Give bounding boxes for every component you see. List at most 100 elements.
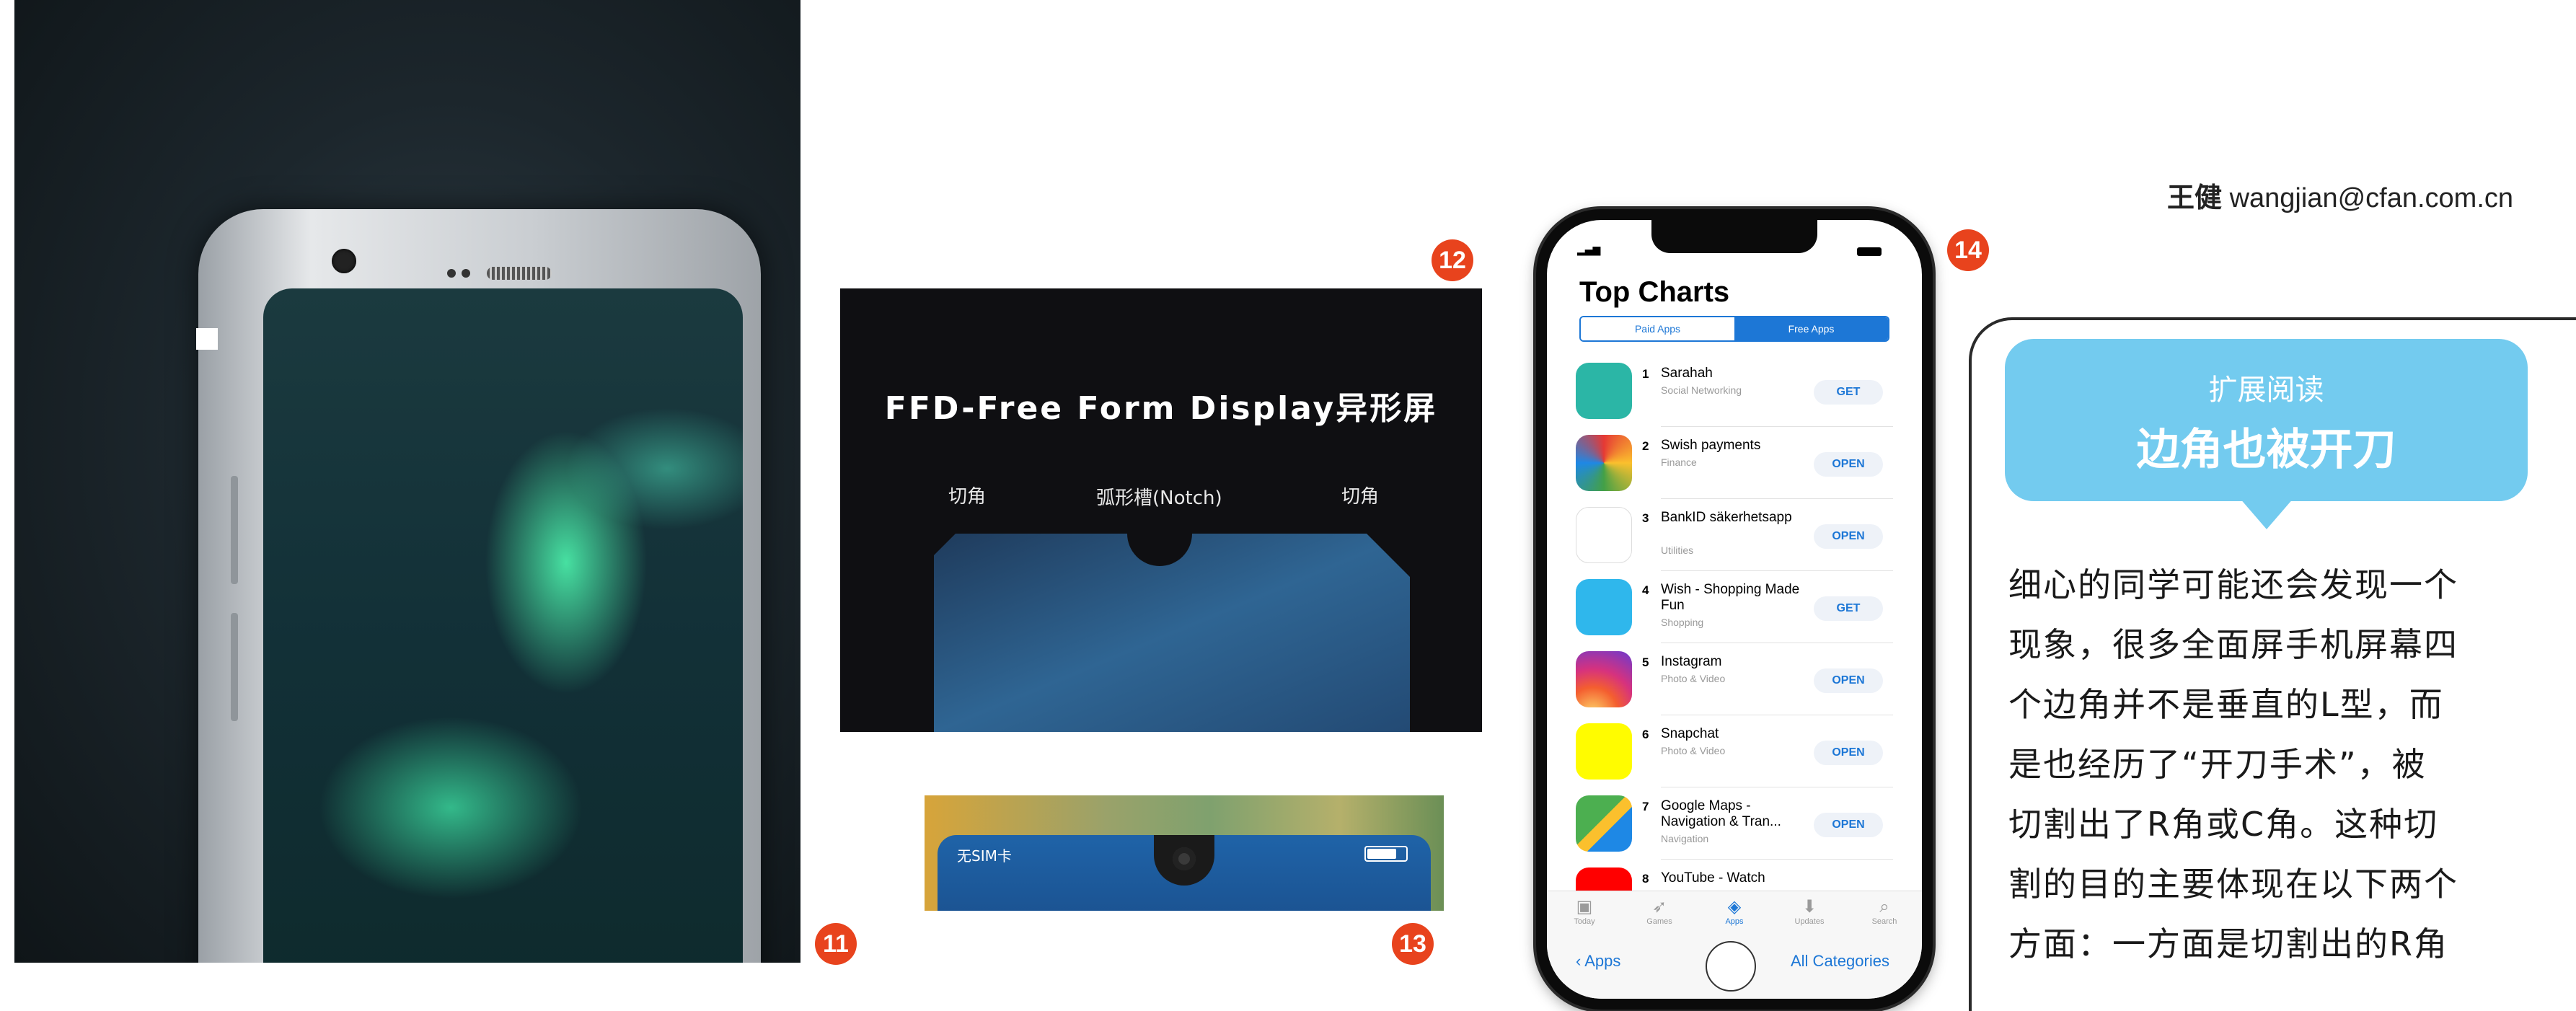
app-category: Photo & Video	[1661, 673, 1726, 684]
signal-icon: ▂▄▆	[1577, 244, 1601, 256]
front-camera-icon	[332, 249, 356, 273]
body-line: 现象，很多全面屏手机屏幕四	[2008, 625, 2458, 664]
app-name: Instagram	[1661, 654, 1722, 669]
all-categories-link[interactable]: All Categories	[1791, 952, 1889, 971]
app-name: Wish - Shopping Made Fun	[1661, 582, 1800, 613]
body-line: 细心的同学可能还会发现一个	[2008, 565, 2458, 604]
reading-subtitle: 扩展阅读	[2208, 374, 2324, 407]
app-name: Snapchat	[1661, 726, 1719, 741]
back-button[interactable]: ‹ Apps	[1576, 952, 1620, 971]
figure-badge-14: 14	[1947, 229, 1989, 271]
ffd-diagram-12: FFD-Free Form Display异形屏 切角 弧形槽(Notch) 切…	[840, 288, 1482, 732]
app-rank: 1	[1642, 367, 1649, 381]
sensor-dot	[462, 269, 470, 278]
bubble-tail	[2239, 498, 2294, 529]
app-row[interactable]: 7 Google Maps - Navigation & Tran... Nav…	[1576, 788, 1893, 860]
earpiece-speaker	[487, 267, 552, 280]
open-button[interactable]: OPEN	[1814, 741, 1883, 765]
app-category: Photo & Video	[1661, 745, 1726, 756]
appstore-screen: ▂▄▆ Top Charts Paid Apps Free Apps 1 Sar…	[1547, 220, 1922, 999]
front-camera-icon	[1173, 847, 1196, 870]
iphone-notch	[1651, 220, 1817, 253]
instagram-icon	[1576, 651, 1632, 707]
google-maps-icon	[1576, 795, 1632, 852]
app-category: Shopping	[1661, 617, 1704, 628]
app-row[interactable]: 4 Wish - Shopping Made Fun Shopping GET	[1576, 572, 1893, 644]
app-category: Social Networking	[1661, 384, 1742, 396]
app-category: Utilities	[1661, 544, 1694, 556]
app-name: Sarahah	[1661, 366, 1713, 381]
snapchat-icon	[1576, 723, 1632, 780]
body-line: 割的目的主要体现在以下两个	[2008, 865, 2458, 904]
download-icon: ⬇	[1801, 896, 1817, 917]
sim-status: 无SIM卡	[957, 847, 1012, 865]
tab-search[interactable]: ⌕ Search	[1847, 891, 1922, 941]
open-button[interactable]: OPEN	[1814, 813, 1883, 837]
label-corner-left: 切角	[948, 486, 987, 508]
tab-apps[interactable]: ◈ Apps	[1697, 891, 1772, 941]
app-row[interactable]: 5 Instagram Photo & Video OPEN	[1576, 644, 1893, 716]
app-category: Finance	[1661, 456, 1697, 468]
app-rank: 3	[1642, 511, 1649, 525]
segment-free-apps[interactable]: Free Apps	[1734, 317, 1888, 340]
battery-fill	[1367, 849, 1396, 859]
battery-icon	[1857, 247, 1882, 256]
app-rank: 4	[1642, 583, 1649, 597]
sensor-dot	[447, 269, 456, 278]
app-rank: 6	[1642, 728, 1649, 741]
app-rank: 2	[1642, 439, 1649, 453]
layers-icon: ◈	[1727, 896, 1742, 917]
rocket-icon: ➶	[1651, 896, 1667, 917]
app-row[interactable]: 1 Sarahah Social Networking GET	[1576, 356, 1893, 428]
app-rank: 8	[1642, 872, 1649, 886]
antenna-band	[196, 328, 218, 350]
get-button[interactable]: GET	[1814, 596, 1883, 621]
ffd-screen-shape	[934, 534, 1410, 732]
row-divider	[1661, 570, 1893, 571]
segment-paid-apps[interactable]: Paid Apps	[1581, 317, 1734, 340]
chart-segment-control[interactable]: Paid Apps Free Apps	[1579, 316, 1889, 342]
app-row[interactable]: 6 Snapchat Photo & Video OPEN	[1576, 716, 1893, 788]
sarahah-icon	[1576, 363, 1632, 419]
side-button	[231, 613, 238, 721]
search-icon: ⌕	[1879, 896, 1889, 917]
tab-updates[interactable]: ⬇ Updates	[1772, 891, 1847, 941]
body-line: 个边角并不是垂直的L型，而	[2008, 685, 2444, 724]
row-divider	[1661, 859, 1893, 860]
reading-header-bubble: 扩展阅读 边角也被开刀	[2005, 339, 2528, 501]
app-category: Navigation	[1661, 833, 1709, 844]
app-name: Google Maps - Navigation & Tran...	[1661, 798, 1781, 829]
today-icon: ▣	[1576, 896, 1593, 917]
open-button[interactable]: OPEN	[1814, 668, 1883, 693]
home-button[interactable]	[1706, 941, 1756, 992]
tab-today[interactable]: ▣ Today	[1547, 891, 1622, 941]
wish-icon	[1576, 579, 1632, 635]
side-button	[231, 476, 238, 584]
figure-badge-13: 13	[1392, 923, 1434, 965]
figure-badge-12: 12	[1432, 239, 1473, 281]
chevron-left-icon: ‹	[1576, 952, 1585, 970]
bankid-icon	[1576, 507, 1632, 563]
tab-games[interactable]: ➶ Games	[1622, 891, 1697, 941]
reading-body: 细心的同学可能还会发现一个 现象，很多全面屏手机屏幕四 个边角并不是垂直的L型，…	[2008, 555, 2531, 974]
aurora-screen	[263, 288, 743, 963]
app-row[interactable]: 3 BankID säkerhetsapp Utilities OPEN	[1576, 500, 1893, 572]
body-line: 方面：一方面是切割出的R角	[2008, 924, 2448, 963]
app-row[interactable]: 2 Swish payments Finance OPEN	[1576, 428, 1893, 500]
label-notch: 弧形槽(Notch)	[1096, 487, 1222, 509]
app-name: Swish payments	[1661, 438, 1761, 453]
phone-photo-11	[14, 0, 800, 963]
open-button[interactable]: OPEN	[1814, 452, 1883, 477]
ffd-title: FFD-Free Form Display异形屏	[884, 390, 1438, 427]
app-name: YouTube - Watch	[1661, 870, 1765, 886]
figure-badge-11: 11	[815, 923, 857, 965]
author-line: 王健 wangjian@cfan.com.cn	[2167, 175, 2513, 215]
author-email[interactable]: wangjian@cfan.com.cn	[2230, 183, 2513, 213]
app-name: BankID säkerhetsapp	[1661, 510, 1792, 525]
app-rank: 7	[1642, 800, 1649, 813]
get-button[interactable]: GET	[1814, 380, 1883, 405]
tab-bar: ▣ Today ➶ Games ◈ Apps ⬇ Updates ⌕ Search	[1547, 891, 1922, 941]
body-line: 是也经历了“开刀手术”，被	[2008, 745, 2427, 784]
open-button[interactable]: OPEN	[1814, 524, 1883, 549]
swish-icon	[1576, 435, 1632, 491]
